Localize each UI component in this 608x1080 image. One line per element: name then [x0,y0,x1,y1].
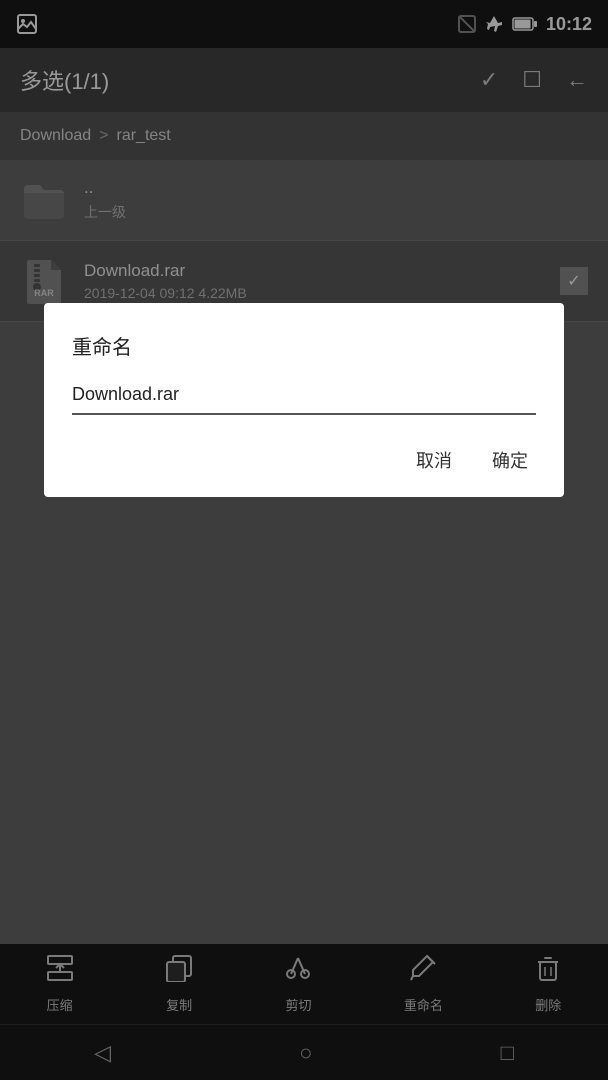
dialog-overlay: 重命名 取消 确定 [0,0,608,1080]
dialog-actions: 取消 确定 [72,443,536,477]
dialog-title: 重命名 [72,331,536,360]
cancel-button[interactable]: 取消 [408,443,460,477]
rename-input[interactable] [72,380,536,415]
rename-dialog: 重命名 取消 确定 [44,303,564,497]
confirm-button[interactable]: 确定 [484,443,536,477]
